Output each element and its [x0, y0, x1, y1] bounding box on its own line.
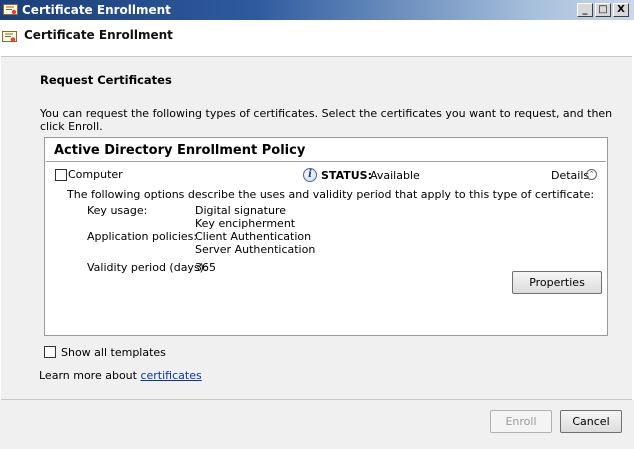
policy-title: Active Directory Enrollment Policy	[54, 143, 306, 158]
key-usage-value: Key encipherment	[195, 217, 296, 230]
enroll-button[interactable]: Enroll	[490, 410, 552, 433]
header-title: Certificate Enrollment	[24, 28, 173, 42]
section-title: Request Certificates	[40, 73, 172, 87]
learn-more-text: Learn more about certificates	[39, 369, 202, 382]
dialog-footer: Enroll Cancel	[0, 400, 634, 449]
show-all-templates-label[interactable]: Show all templates	[61, 346, 166, 359]
status-value: Available	[370, 169, 420, 182]
title-bar[interactable]: Certificate Enrollment _ □ X	[0, 0, 634, 20]
content-panel: Request Certificates You can request the…	[1, 56, 632, 400]
details-link[interactable]: Details	[551, 169, 589, 182]
certificate-name[interactable]: Computer	[68, 168, 123, 181]
key-usage-value: Digital signature	[195, 204, 286, 217]
application-policy-value: Client Authentication	[195, 230, 312, 243]
cancel-button[interactable]: Cancel	[560, 410, 622, 433]
maximize-button[interactable]: □	[595, 3, 611, 17]
computer-checkbox[interactable]	[55, 169, 67, 181]
learn-more-prefix: Learn more about	[39, 369, 141, 382]
certificate-description: The following options describe the uses …	[67, 188, 595, 201]
chevron-up-circle-icon[interactable]: ⌃	[586, 169, 597, 180]
show-all-templates-checkbox[interactable]	[44, 346, 56, 358]
application-policy-value: Server Authentication	[195, 243, 316, 256]
certificate-icon	[3, 4, 18, 15]
divider	[46, 161, 606, 162]
application-policies-label: Application policies:	[87, 230, 198, 243]
properties-button[interactable]: Properties	[512, 271, 602, 294]
key-usage-label: Key usage:	[87, 204, 148, 217]
validity-period-label: Validity period (days):	[87, 261, 208, 274]
window-title: Certificate Enrollment	[22, 3, 171, 17]
info-icon: i	[303, 168, 317, 182]
dialog-header: Certificate Enrollment	[0, 20, 634, 56]
certificate-icon	[2, 31, 17, 42]
minimize-button[interactable]: _	[577, 3, 593, 17]
enrollment-policy-box: Active Directory Enrollment Policy Compu…	[44, 137, 608, 336]
certificates-link[interactable]: certificates	[140, 369, 201, 382]
status-label: STATUS:	[321, 169, 372, 182]
close-button[interactable]: X	[613, 3, 629, 17]
validity-period-value: 365	[195, 261, 216, 274]
intro-text: You can request the following types of c…	[40, 107, 613, 133]
